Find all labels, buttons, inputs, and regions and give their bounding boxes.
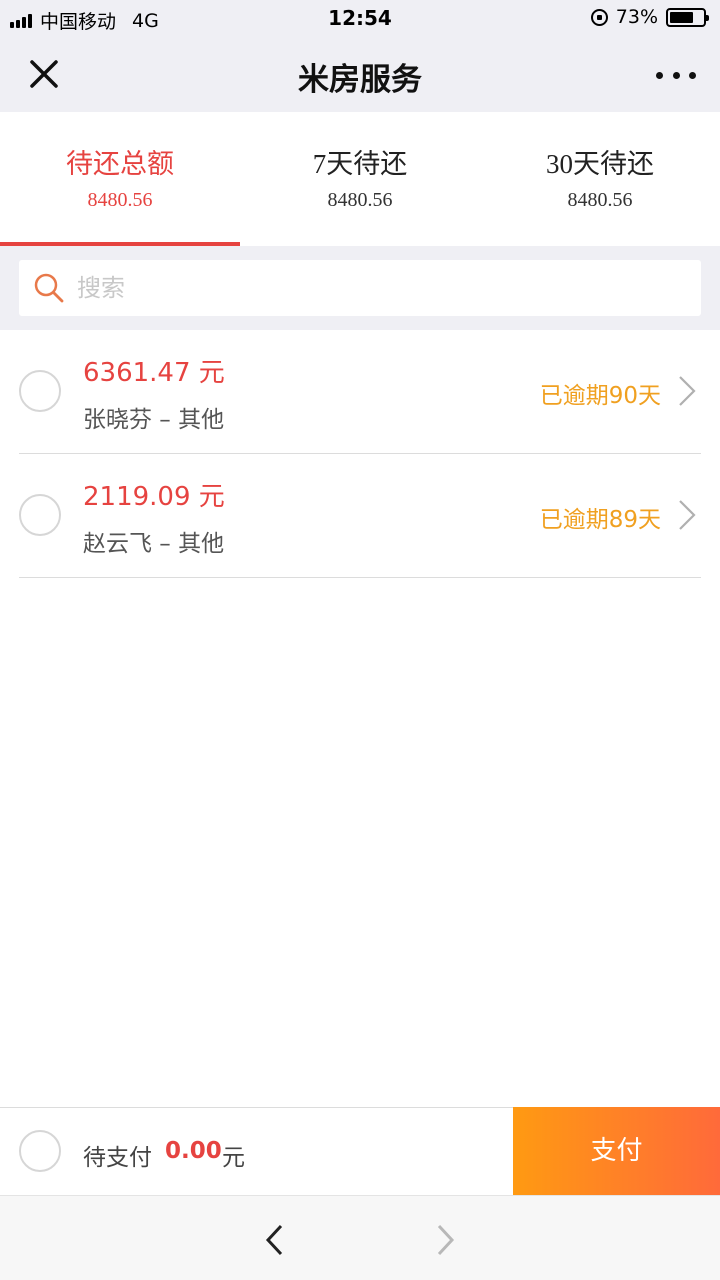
forward-icon[interactable] bbox=[430, 1220, 460, 1260]
tab-label: 7天待还 bbox=[312, 149, 408, 179]
overdue-status: 已逾期89天 bbox=[539, 507, 661, 533]
tab-label: 30天待还 bbox=[546, 149, 654, 179]
pay-unit: 元 bbox=[222, 1145, 245, 1171]
search-bar bbox=[0, 246, 720, 330]
tab-amount: 8480.56 bbox=[567, 189, 633, 211]
back-icon[interactable] bbox=[260, 1220, 290, 1260]
select-radio[interactable] bbox=[19, 370, 61, 412]
tab-label: 待还总额 bbox=[66, 149, 174, 179]
search-box[interactable] bbox=[19, 260, 701, 316]
pay-amount: 0.00 bbox=[165, 1138, 222, 1164]
page-title: 米房服务 bbox=[298, 62, 422, 98]
status-bar: 中国移动 4G 12:54 73% bbox=[0, 0, 720, 36]
battery-fill bbox=[670, 11, 694, 23]
tab-30-days-due[interactable]: 30天待还 8480.56 bbox=[480, 112, 720, 246]
item-name: 赵云飞 – 其他 bbox=[83, 531, 225, 557]
pay-bar: 待支付 0.00 元 支付 bbox=[0, 1107, 720, 1195]
more-button[interactable] bbox=[656, 60, 696, 90]
status-right: 73% bbox=[590, 6, 709, 28]
chevron-right-icon[interactable] bbox=[675, 498, 699, 532]
item-amount: 6361.47 元 bbox=[83, 358, 225, 388]
overdue-status: 已逾期90天 bbox=[539, 383, 661, 409]
bill-list: 6361.47 元 张晓芬 – 其他 已逾期90天 2119.09 元 赵云飞 … bbox=[0, 330, 720, 578]
select-all-radio[interactable] bbox=[19, 1130, 61, 1172]
tab-7-days-due[interactable]: 7天待还 8480.56 bbox=[240, 112, 480, 246]
item-amount: 2119.09 元 bbox=[83, 482, 225, 512]
search-icon bbox=[34, 273, 64, 303]
item-name: 张晓芬 – 其他 bbox=[83, 407, 225, 433]
search-input[interactable] bbox=[77, 268, 677, 308]
tab-amount: 8480.56 bbox=[87, 189, 153, 211]
chevron-right-icon[interactable] bbox=[675, 374, 699, 408]
tab-total-due[interactable]: 待还总额 8480.56 bbox=[0, 112, 240, 246]
list-item[interactable]: 6361.47 元 张晓芬 – 其他 已逾期90天 bbox=[19, 330, 701, 454]
list-item[interactable]: 2119.09 元 赵云飞 – 其他 已逾期89天 bbox=[19, 454, 701, 578]
battery-percent: 73% bbox=[615, 6, 658, 28]
more-icon bbox=[656, 71, 663, 79]
select-radio[interactable] bbox=[19, 494, 61, 536]
browser-toolbar bbox=[0, 1195, 720, 1280]
pay-label: 待支付 bbox=[83, 1145, 152, 1171]
orientation-lock-icon bbox=[590, 8, 608, 26]
pay-button[interactable]: 支付 bbox=[513, 1107, 720, 1195]
battery-icon bbox=[666, 7, 709, 27]
summary-tabs: 待还总额 8480.56 7天待还 8480.56 30天待还 8480.56 bbox=[0, 112, 720, 246]
nav-bar: 米房服务 bbox=[0, 36, 720, 112]
tab-amount: 8480.56 bbox=[327, 189, 393, 211]
